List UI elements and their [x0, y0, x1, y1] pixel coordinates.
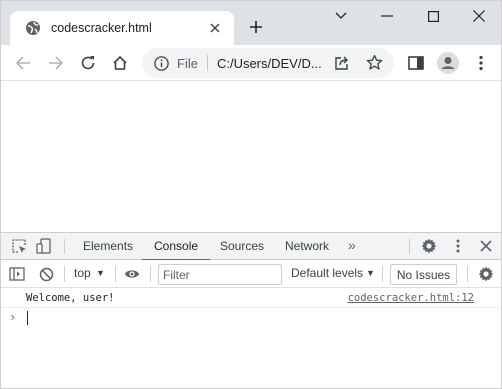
- tab-sources[interactable]: Sources: [218, 233, 266, 260]
- toolbar-divider: [467, 266, 468, 282]
- inspect-element-icon[interactable]: [11, 238, 27, 254]
- text-caret: [27, 311, 28, 325]
- kebab-menu-icon[interactable]: [450, 238, 466, 254]
- filter-input[interactable]: [158, 264, 282, 285]
- address-bar[interactable]: File C:/Users/DEV/D...: [142, 48, 394, 78]
- tab-title: codescracker.html: [51, 21, 152, 35]
- kebab-menu-icon[interactable]: [469, 51, 493, 75]
- tab-strip: codescracker.html: [1, 1, 501, 45]
- caret-down-icon: ▼: [96, 268, 105, 278]
- console-message-text: Welcome, user!: [26, 292, 115, 304]
- home-icon[interactable]: [108, 51, 132, 75]
- console-message: Welcome, user! codescracker.html:12: [1, 289, 501, 308]
- toolbar-divider: [64, 266, 65, 282]
- toolbar-divider: [64, 239, 65, 254]
- browser-tab[interactable]: codescracker.html: [10, 11, 234, 45]
- gear-icon[interactable]: [478, 266, 494, 282]
- browser-window: codescracker.html File C:/Users/DEV/D...…: [0, 0, 502, 389]
- tab-console[interactable]: Console: [141, 233, 211, 261]
- prompt-chevron-icon: ›: [9, 310, 17, 324]
- globe-icon: [25, 20, 41, 36]
- back-arrow-icon[interactable]: [11, 51, 35, 75]
- toolbar-divider: [115, 266, 116, 282]
- tab-elements[interactable]: Elements: [81, 233, 135, 260]
- clear-console-icon[interactable]: [38, 266, 54, 282]
- toolbar-divider: [409, 239, 410, 254]
- info-icon[interactable]: [153, 55, 169, 71]
- forward-arrow-icon[interactable]: [44, 51, 68, 75]
- console-prompt[interactable]: ›: [1, 309, 501, 327]
- log-levels-dropdown[interactable]: Default levels: [291, 266, 363, 280]
- sidebar-toggle-icon[interactable]: [9, 266, 25, 282]
- console-toolbar: top ▼ Default levels ▼ No Issues: [1, 260, 501, 288]
- reload-icon[interactable]: [76, 51, 100, 75]
- source-link[interactable]: codescracker.html:12: [348, 292, 474, 304]
- page-content: [1, 81, 501, 232]
- minimize-icon[interactable]: [371, 5, 403, 27]
- protocol-chip: File: [177, 55, 198, 71]
- plus-icon[interactable]: [246, 17, 266, 37]
- star-icon[interactable]: [366, 54, 383, 71]
- device-toolbar-icon[interactable]: [36, 238, 52, 254]
- close-icon[interactable]: [207, 20, 223, 36]
- devtools-panel: Elements Console Sources Network » top ▼…: [1, 232, 501, 388]
- context-selector[interactable]: top: [74, 266, 91, 280]
- close-icon[interactable]: [478, 238, 494, 254]
- devtools-tab-bar: Elements Console Sources Network »: [1, 233, 501, 261]
- toolbar-divider: [382, 266, 383, 282]
- omnibox-divider: [206, 55, 208, 71]
- toolbar-divider: [150, 266, 151, 282]
- tab-network[interactable]: Network: [283, 233, 331, 260]
- maximize-icon[interactable]: [417, 5, 449, 27]
- caret-down-icon: ▼: [366, 268, 375, 278]
- more-tabs-icon[interactable]: »: [348, 237, 356, 253]
- chevron-down-icon[interactable]: [325, 5, 357, 27]
- url-text[interactable]: C:/Users/DEV/D...: [217, 56, 329, 71]
- eye-icon[interactable]: [124, 266, 140, 282]
- toolbar: File C:/Users/DEV/D...: [1, 45, 501, 81]
- issues-button[interactable]: No Issues: [390, 264, 457, 285]
- close-window-icon[interactable]: [463, 5, 495, 27]
- share-icon[interactable]: [334, 55, 350, 71]
- avatar-icon[interactable]: [436, 51, 460, 75]
- side-panel-icon[interactable]: [404, 51, 428, 75]
- gear-icon[interactable]: [421, 238, 437, 254]
